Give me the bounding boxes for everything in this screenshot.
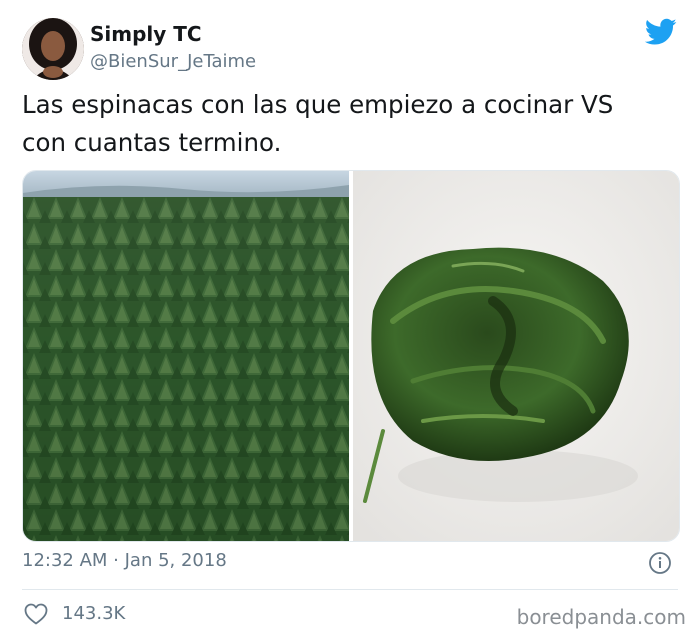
info-icon[interactable]	[648, 551, 672, 575]
spinach-image[interactable]	[353, 171, 679, 541]
heart-icon[interactable]	[24, 603, 48, 625]
tweet-text-line-1: Las espinacas con las que empiezo a coci…	[22, 90, 614, 119]
watermark: boredpanda.com	[516, 605, 686, 629]
display-name[interactable]: Simply TC	[90, 22, 202, 46]
like-count: 143.3K	[62, 603, 126, 624]
tweet-text: Las espinacas con las que empiezo a coci…	[22, 86, 682, 162]
divider	[22, 589, 678, 590]
tweet-timestamp[interactable]: 12:32 AM · Jan 5, 2018	[22, 550, 227, 571]
tweet-media[interactable]	[22, 170, 680, 542]
avatar[interactable]	[22, 18, 84, 80]
user-handle[interactable]: @BienSur_JeTaime	[90, 51, 256, 72]
tweet-text-line-2: con cuantas termino.	[22, 128, 282, 157]
forest-image[interactable]	[23, 171, 349, 541]
twitter-bird-icon[interactable]	[644, 18, 677, 46]
